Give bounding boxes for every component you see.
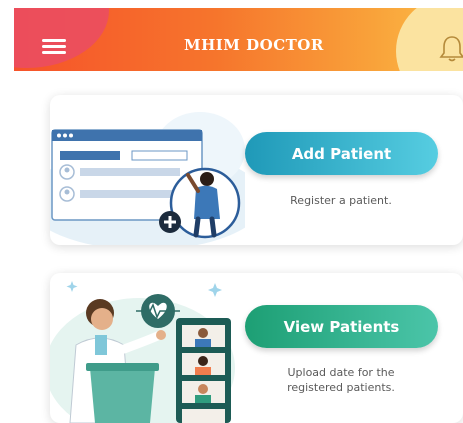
doctor-consultation-illustration	[50, 281, 235, 423]
view-patients-button[interactable]: View Patients	[245, 305, 438, 348]
view-patients-caption: Upload date for the registered patients.	[255, 365, 427, 395]
add-patient-card[interactable]: Add Patient Register a patient.	[50, 95, 463, 245]
notification-bell-icon[interactable]	[439, 34, 463, 62]
add-patient-button[interactable]: Add Patient	[245, 132, 438, 175]
app-header: MHIM DOCTOR	[14, 8, 463, 71]
add-patient-illustration	[50, 112, 245, 245]
hamburger-menu-icon[interactable]	[42, 39, 66, 55]
view-patients-card[interactable]: View Patients Upload date for the regist…	[50, 273, 463, 423]
view-patients-caption-line1: Upload date for the	[287, 366, 395, 379]
view-patients-caption-line2: registered patients.	[287, 381, 395, 394]
header-decoration-left	[14, 8, 109, 68]
app-title: MHIM DOCTOR	[184, 36, 324, 54]
add-patient-caption: Register a patient.	[290, 194, 392, 207]
